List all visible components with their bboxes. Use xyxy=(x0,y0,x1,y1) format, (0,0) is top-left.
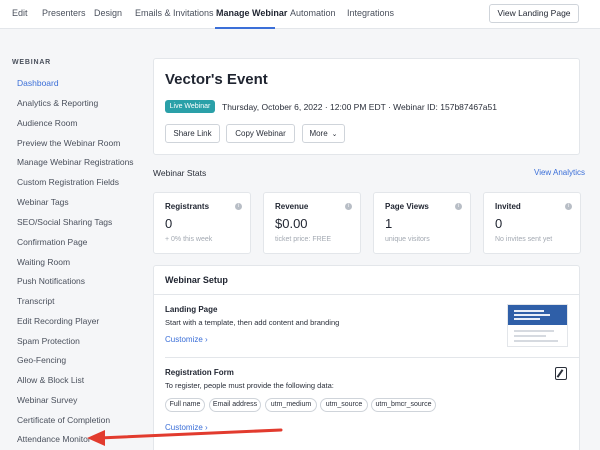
landing-page-thumbnail[interactable] xyxy=(507,304,568,347)
sidebar-item-confirmation-page[interactable]: Confirmation Page xyxy=(17,237,87,247)
stat-label: Registrants xyxy=(165,202,210,211)
field-chip-utm-source: utm_source xyxy=(320,398,368,412)
divider xyxy=(153,294,580,295)
sidebar: WEBINAR Dashboard Analytics & Reporting … xyxy=(0,29,140,450)
sidebar-item-seo-social-tags[interactable]: SEO/Social Sharing Tags xyxy=(17,217,112,227)
customize-label: Customize xyxy=(165,335,203,344)
registration-form-title: Registration Form xyxy=(165,368,234,377)
sidebar-item-spam-protection[interactable]: Spam Protection xyxy=(17,336,80,346)
sidebar-item-webinar-survey[interactable]: Webinar Survey xyxy=(17,395,77,405)
divider xyxy=(165,357,579,358)
sidebar-item-geo-fencing[interactable]: Geo-Fencing xyxy=(17,355,66,365)
view-landing-page-button[interactable]: View Landing Page xyxy=(489,4,579,23)
tab-presenters[interactable]: Presenters xyxy=(42,8,86,18)
edit-form-icon[interactable] xyxy=(555,367,567,380)
landing-page-customize-link[interactable]: Customize › xyxy=(165,335,208,344)
more-button[interactable]: More ⌄ xyxy=(302,124,345,143)
annotation-arrow-icon xyxy=(87,428,283,446)
sidebar-item-preview-webinar-room[interactable]: Preview the Webinar Room xyxy=(17,138,120,148)
pencil-icon xyxy=(556,369,564,378)
field-chip-full-name: Full name xyxy=(165,398,205,412)
arrow-shaft xyxy=(97,428,283,440)
stat-card-invited: Invited i 0 No invites sent yet xyxy=(483,192,581,254)
top-nav: Edit Presenters Design Emails & Invitati… xyxy=(0,0,600,29)
sidebar-item-webinar-tags[interactable]: Webinar Tags xyxy=(17,197,69,207)
landing-page-description: Start with a template, then add content … xyxy=(165,318,340,327)
stat-value: $0.00 xyxy=(275,216,308,231)
sidebar-item-custom-registration-fields[interactable]: Custom Registration Fields xyxy=(17,177,119,187)
stat-subtext: unique visitors xyxy=(385,236,430,243)
sidebar-item-audience-room[interactable]: Audience Room xyxy=(17,118,77,128)
stat-label: Invited xyxy=(495,202,521,211)
sidebar-item-manage-registrations[interactable]: Manage Webinar Registrations xyxy=(17,157,134,167)
more-button-label: More xyxy=(309,129,328,138)
stat-label: Page Views xyxy=(385,202,429,211)
sidebar-item-push-notifications[interactable]: Push Notifications xyxy=(17,276,85,286)
chevron-right-icon: › xyxy=(205,335,208,344)
info-icon[interactable]: i xyxy=(235,203,242,210)
sidebar-item-transcript[interactable]: Transcript xyxy=(17,296,54,306)
info-icon[interactable]: i xyxy=(565,203,572,210)
tab-integrations[interactable]: Integrations xyxy=(347,8,394,18)
stat-label: Revenue xyxy=(275,202,309,211)
sidebar-item-allow-block-list[interactable]: Allow & Block List xyxy=(17,375,84,385)
sidebar-item-attendance-monitor[interactable]: Attendance Monitor xyxy=(17,434,91,444)
sidebar-item-edit-recording-player[interactable]: Edit Recording Player xyxy=(17,316,99,326)
field-chip-email-address: Email address xyxy=(209,398,261,412)
stat-card-revenue: Revenue i $0.00 ticket price: FREE xyxy=(263,192,361,254)
field-chip-utm-medium: utm_medium xyxy=(265,398,317,412)
thumbnail-line xyxy=(514,335,546,337)
info-icon[interactable]: i xyxy=(345,203,352,210)
tab-emails-invitations[interactable]: Emails & Invitations xyxy=(135,8,214,18)
tab-manage-webinar[interactable]: Manage Webinar xyxy=(216,8,287,18)
event-meta: Thursday, October 6, 2022 · 12:00 PM EDT… xyxy=(222,102,497,112)
stat-value: 1 xyxy=(385,216,393,231)
stat-card-page-views: Page Views i 1 unique visitors xyxy=(373,192,471,254)
stat-subtext: ticket price: FREE xyxy=(275,236,332,243)
stats-heading: Webinar Stats xyxy=(153,168,207,178)
chevron-down-icon: ⌄ xyxy=(331,131,338,138)
landing-page-title: Landing Page xyxy=(165,305,218,314)
stat-card-registrants: Registrants i 0 + 0% this week xyxy=(153,192,251,254)
stat-value: 0 xyxy=(495,216,503,231)
thumbnail-line xyxy=(514,314,550,316)
field-chip-utm-bmcr-source: utm_bmcr_source xyxy=(371,398,436,412)
page-title: Vector's Event xyxy=(165,71,268,88)
active-tab-indicator xyxy=(215,27,275,29)
copy-webinar-button[interactable]: Copy Webinar xyxy=(226,124,295,143)
sidebar-item-waiting-room[interactable]: Waiting Room xyxy=(17,257,70,267)
share-link-button[interactable]: Share Link xyxy=(165,124,220,143)
stat-value: 0 xyxy=(165,216,173,231)
tab-design[interactable]: Design xyxy=(94,8,122,18)
sidebar-section-label: WEBINAR xyxy=(12,59,52,66)
thumbnail-line xyxy=(514,318,540,320)
arrow-head xyxy=(87,430,105,446)
info-icon[interactable]: i xyxy=(455,203,462,210)
thumbnail-line xyxy=(514,330,554,332)
tab-automation[interactable]: Automation xyxy=(290,8,336,18)
setup-title: Webinar Setup xyxy=(165,275,228,285)
stat-subtext: No invites sent yet xyxy=(495,236,553,243)
thumbnail-line xyxy=(514,310,544,312)
sidebar-item-dashboard[interactable]: Dashboard xyxy=(17,78,59,88)
thumbnail-line xyxy=(514,340,558,342)
stat-subtext: + 0% this week xyxy=(165,236,213,243)
status-badge: Live Webinar xyxy=(165,100,215,113)
sidebar-item-certificate-of-completion[interactable]: Certificate of Completion xyxy=(17,415,110,425)
registration-form-description: To register, people must provide the fol… xyxy=(165,381,334,390)
sidebar-item-analytics-reporting[interactable]: Analytics & Reporting xyxy=(17,98,98,108)
tab-edit[interactable]: Edit xyxy=(12,8,28,18)
view-analytics-link[interactable]: View Analytics xyxy=(534,168,585,177)
